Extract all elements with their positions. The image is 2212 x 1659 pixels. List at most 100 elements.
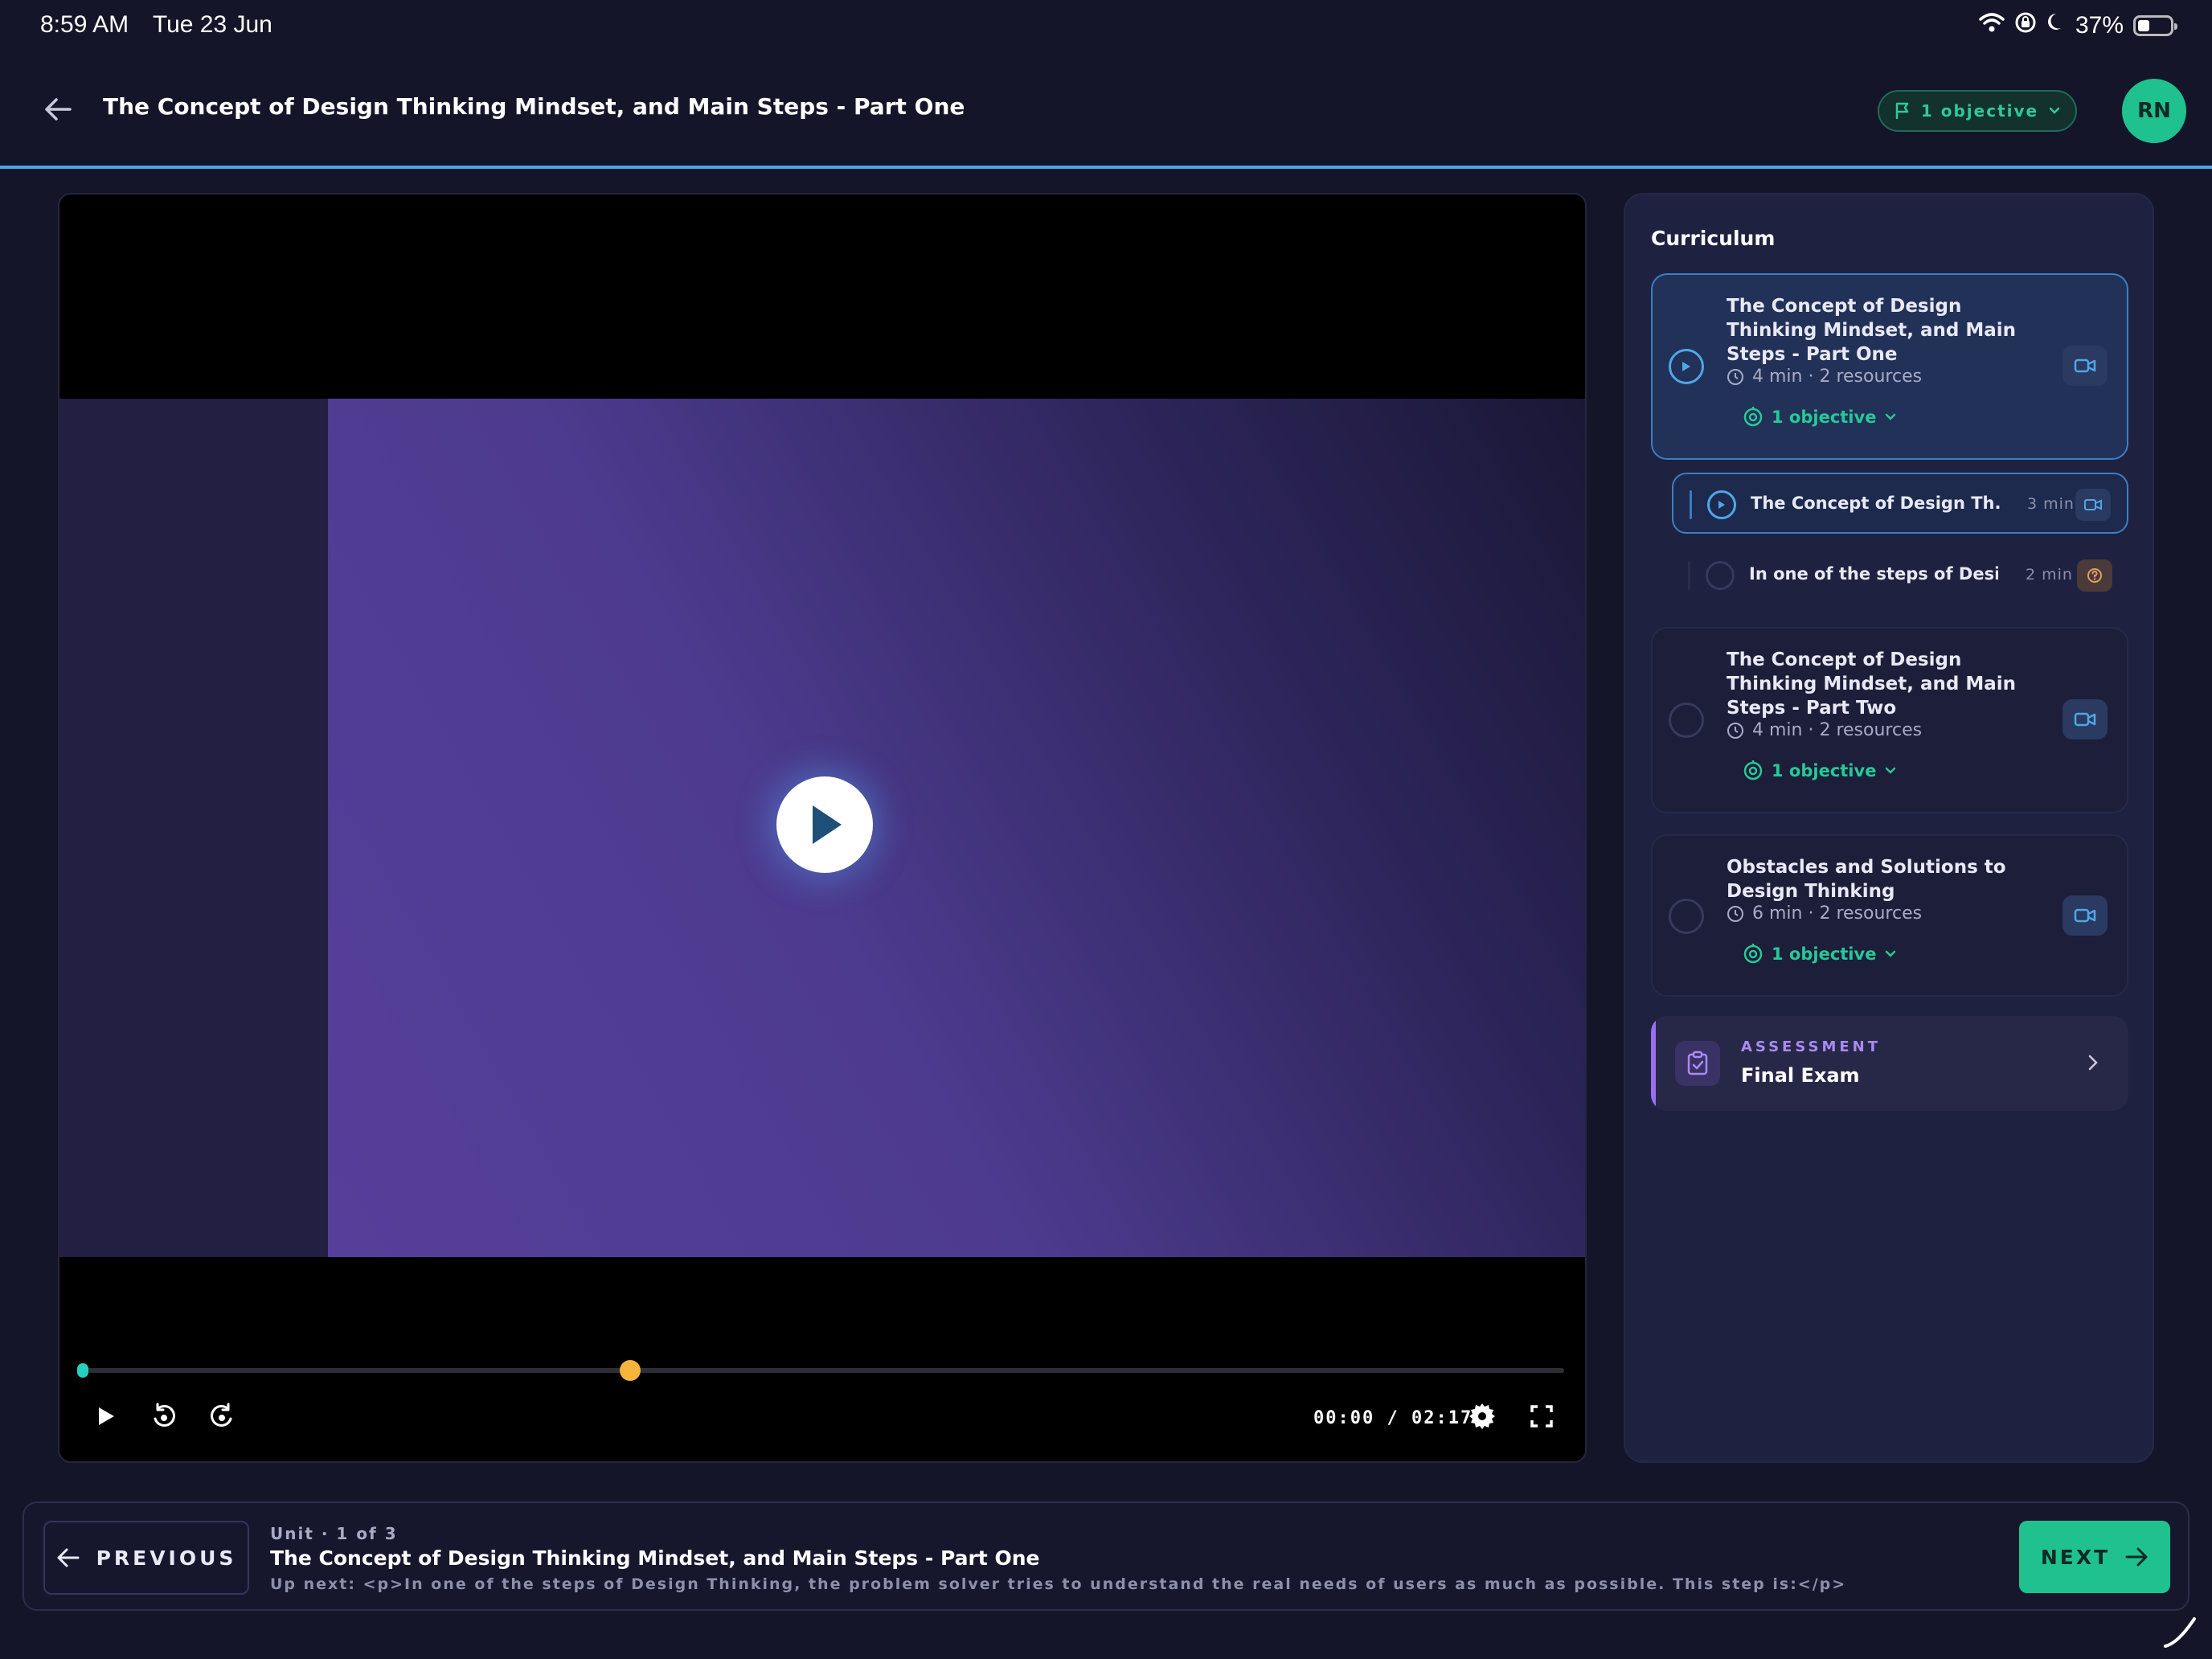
chevron-down-icon — [2049, 107, 2060, 114]
lesson-objective-label: 1 objective — [1772, 761, 1877, 780]
final-exam-card[interactable]: ASSESSMENT Final Exam — [1651, 1016, 2128, 1111]
target-icon — [1743, 407, 1763, 427]
lesson-navigation-footer: PREVIOUS Unit · 1 of 3 The Concept of De… — [23, 1501, 2189, 1611]
page-title: The Concept of Design Thinking Mindset, … — [103, 93, 965, 120]
play-button[interactable] — [92, 1402, 121, 1431]
battery-percent: 37% — [2075, 12, 2124, 39]
playback-controls — [92, 1402, 236, 1431]
player-settings-controls — [1468, 1402, 1556, 1431]
curriculum-panel: Curriculum The Concept of Design Thinkin… — [1624, 193, 2154, 1463]
curriculum-title: Curriculum — [1651, 227, 1776, 250]
chevron-down-icon — [1886, 950, 1896, 957]
lesson-objective-toggle[interactable]: 1 objective — [1743, 407, 1897, 428]
lesson-meta: 4 min · 2 resources — [1727, 367, 1922, 387]
chevron-down-icon — [1886, 413, 1896, 420]
lesson-status-empty — [1669, 703, 1704, 738]
gear-icon — [1469, 1403, 1495, 1429]
assessment-kicker: ASSESSMENT — [1741, 1038, 1882, 1055]
battery-icon — [2133, 15, 2177, 36]
lesson-card-2[interactable]: The Concept of Design Thinking Mindset, … — [1651, 627, 2128, 813]
lesson-item-1[interactable]: The Concept of Design Th... 3 min — [1672, 473, 2128, 534]
clock-icon — [1727, 722, 1743, 739]
lesson-meta-text: 4 min · 2 resources — [1752, 367, 1923, 387]
lesson-card-3[interactable]: Obstacles and Solutions to Design Thinki… — [1651, 834, 2128, 997]
objective-pill-label: 1 objective — [1920, 101, 2039, 121]
lesson-card-1[interactable]: The Concept of Design Thinking Mindset, … — [1651, 273, 2128, 460]
back-button[interactable] — [39, 90, 77, 129]
orientation-lock-icon — [2014, 11, 2037, 40]
previous-button[interactable]: PREVIOUS — [43, 1521, 249, 1595]
flag-icon — [1895, 102, 1909, 119]
question-icon — [2087, 568, 2102, 583]
next-label: NEXT — [2040, 1545, 2111, 1569]
lesson-meta-text: 4 min · 2 resources — [1752, 720, 1923, 740]
assessment-title: Final Exam — [1741, 1064, 1860, 1087]
video-camera-icon — [2074, 908, 2096, 923]
play-icon — [813, 805, 842, 844]
forward-icon — [211, 1403, 232, 1427]
up-next-text: Up next: <p>In one of the steps of Desig… — [270, 1575, 1847, 1593]
status-date: Tue 23 Jun — [152, 11, 272, 38]
video-type-badge — [2062, 895, 2108, 936]
lesson-objective-label: 1 objective — [1772, 944, 1877, 964]
big-play-button[interactable] — [776, 776, 873, 873]
rewind-icon — [154, 1403, 175, 1427]
clock-icon — [1727, 905, 1743, 922]
arrow-left-icon — [57, 1548, 80, 1567]
lesson-meta: 6 min · 2 resources — [1727, 903, 1922, 924]
fullscreen-icon — [1530, 1405, 1553, 1428]
rewind-10-button[interactable] — [150, 1402, 178, 1431]
unit-meta: Unit · 1 of 3 — [270, 1524, 398, 1543]
arrow-left-icon — [45, 98, 72, 121]
item-duration: 3 min — [2027, 495, 2075, 513]
item-indicator-bar — [1690, 490, 1692, 519]
assessment-accent-bar — [1651, 1016, 1656, 1111]
user-avatar[interactable]: RN — [2122, 79, 2186, 143]
previous-label: PREVIOUS — [96, 1546, 237, 1570]
lesson-meta: 4 min · 2 resources — [1727, 720, 1922, 740]
unit-title: The Concept of Design Thinking Mindset, … — [270, 1546, 1040, 1570]
wifi-icon — [1979, 12, 2005, 39]
forward-10-button[interactable] — [207, 1402, 236, 1431]
moon-icon — [2046, 12, 2066, 39]
target-icon — [1743, 944, 1763, 964]
lesson-objective-toggle[interactable]: 1 objective — [1743, 944, 1897, 965]
video-camera-icon — [2074, 358, 2096, 373]
lesson-objective-toggle[interactable]: 1 objective — [1743, 760, 1897, 781]
chevron-down-icon — [1886, 767, 1896, 774]
lesson-meta-text: 6 min · 2 resources — [1752, 903, 1923, 924]
video-type-badge — [2062, 346, 2108, 386]
settings-button[interactable] — [1468, 1402, 1497, 1431]
lesson-item-2[interactable]: In one of the steps of Desi... 2 min — [1672, 545, 2128, 606]
next-button[interactable]: NEXT — [2019, 1521, 2170, 1593]
header-progress-line — [0, 166, 2212, 169]
video-camera-icon — [2074, 712, 2096, 727]
arrow-right-icon — [2125, 1547, 2148, 1567]
video-player[interactable]: 00:00 / 02:17 — [58, 193, 1587, 1463]
target-icon — [1743, 760, 1763, 780]
item-title: In one of the steps of Desi... — [1749, 564, 1998, 584]
video-content — [328, 399, 1585, 1257]
video-type-badge — [2075, 489, 2111, 521]
quiz-type-badge — [2077, 559, 2112, 592]
video-progress-track[interactable] — [82, 1368, 1564, 1373]
item-title: The Concept of Design Th... — [1751, 494, 2000, 513]
lesson-objective-label: 1 objective — [1772, 408, 1877, 427]
status-right: 37% — [1979, 11, 2177, 40]
progress-start-marker — [77, 1363, 88, 1378]
item-duration: 2 min — [2026, 566, 2073, 584]
item-status-empty — [1706, 561, 1735, 590]
item-indicator-bar — [1688, 561, 1690, 590]
objective-dropdown-button[interactable]: 1 objective — [1878, 90, 2077, 132]
video-camera-icon — [2084, 499, 2102, 510]
lesson-title: Obstacles and Solutions to Design Thinki… — [1727, 857, 2006, 902]
fullscreen-button[interactable] — [1527, 1402, 1556, 1431]
pencil-indicator-icon — [2164, 1617, 2196, 1648]
clock-icon — [1727, 368, 1743, 385]
clipboard-check-icon — [1675, 1041, 1720, 1086]
item-status-playing — [1707, 490, 1736, 519]
status-time: 8:59 AM — [40, 11, 129, 38]
status-left: 8:59 AM Tue 23 Jun — [40, 11, 290, 39]
progress-scrubber[interactable] — [620, 1360, 641, 1381]
lesson-title: The Concept of Design Thinking Mindset, … — [1727, 649, 2017, 719]
